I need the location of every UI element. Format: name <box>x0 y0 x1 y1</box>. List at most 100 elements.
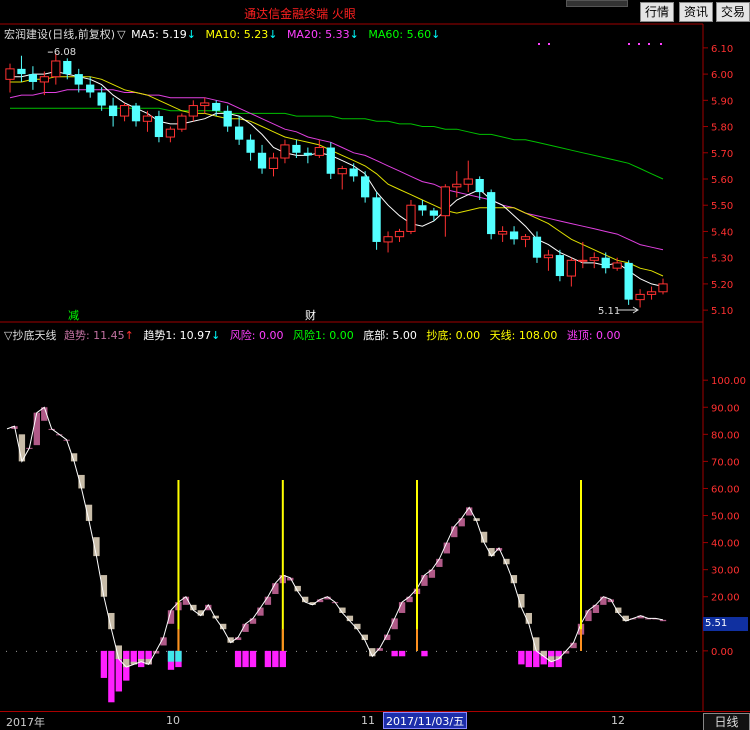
candle-body-down <box>361 176 370 198</box>
trend-bar <box>249 618 257 624</box>
risk-bar <box>234 650 242 668</box>
indicator-marker-name[interactable]: ▽抄底天线 <box>4 329 56 342</box>
indicator-bars <box>11 407 667 703</box>
period-button[interactable]: 日线 <box>703 713 750 730</box>
candle-body-down <box>475 179 484 193</box>
main-y-tick-label: 5.80 <box>711 123 733 134</box>
risk-bar <box>242 650 249 668</box>
candle-body-down <box>303 152 312 156</box>
main-y-tick-label: 5.40 <box>711 227 733 238</box>
trend-bar <box>406 596 413 603</box>
ma5-line <box>10 70 664 287</box>
zero-dotted-line <box>666 650 667 652</box>
indicator-legend: ▽抄底天线 趋势: 11.45↑ 趋势1: 10.97↓ 风险: 0.00 风险… <box>4 327 627 343</box>
main-y-tick-label: 5.60 <box>711 175 733 186</box>
indicator-y-tick-label: 30.00 <box>711 566 740 577</box>
zero-dotted-line <box>506 650 507 652</box>
main-y-tick-label: 5.50 <box>711 201 733 212</box>
main-y-tick-label: 5.20 <box>711 280 733 291</box>
trend-bar <box>540 650 547 657</box>
candle-body-down <box>292 144 301 153</box>
candle-body-down <box>212 102 221 111</box>
zero-dotted-line <box>66 650 67 652</box>
zero-dotted-line <box>606 650 607 652</box>
zero-dotted-line <box>16 650 17 652</box>
indicator-y-tick-label: 60.00 <box>711 484 740 495</box>
chart-canvas[interactable]: 6.10 6.00 5.90 5.80 5.70 5.60 5.50 5.40 5.30 5.20… <box>0 0 750 711</box>
indicator-y-tick-label: 50.00 <box>711 512 740 523</box>
main-y-tick-label: 6.10 <box>711 44 733 55</box>
main-y-tick-label: 5.30 <box>711 254 733 265</box>
candle-body-up <box>578 259 588 262</box>
candle-body-up <box>200 102 210 107</box>
zero-dotted-line <box>616 650 617 652</box>
zero-dotted-line <box>296 650 297 652</box>
stock-name[interactable]: 宏润建设(日线,前复权) <box>4 28 115 41</box>
candle-body-down <box>509 231 519 240</box>
indicator-y-tick-label: 100.00 <box>711 376 746 387</box>
ma60-line <box>10 107 664 180</box>
candle-body-down <box>418 205 427 211</box>
zero-dotted-line <box>496 650 497 652</box>
candle-body-up <box>463 178 473 185</box>
timeline-year: 2017年 <box>6 716 45 729</box>
timeline-oct: 10 <box>166 714 180 727</box>
candle-body-down <box>532 236 542 258</box>
legend-marker[interactable]: ▽ <box>117 28 125 41</box>
zero-dotted-line <box>46 650 47 652</box>
trend-line <box>6 406 664 668</box>
candle-body-up <box>452 183 462 188</box>
candle-body-down <box>108 105 118 117</box>
timeline-nov: 11 <box>361 714 375 727</box>
risk-bar <box>264 650 272 668</box>
zero-dotted-line <box>386 650 387 652</box>
risk-bar <box>533 650 540 668</box>
ma10-label: MA10: 5.23↓ <box>205 28 278 41</box>
zero-dotted-line <box>76 650 77 652</box>
moving-average-lines <box>9 70 664 287</box>
indicator-y-tick-label: 80.00 <box>711 430 740 441</box>
time-axis[interactable]: 2017年 10 11 2017/11/03/五 12 日线 <box>0 711 750 730</box>
main-y-tick-label: 6.00 <box>711 70 733 81</box>
candle-body-down <box>234 126 244 140</box>
candle-body-down <box>131 105 141 122</box>
risk-bar <box>249 650 257 668</box>
candle-body-up <box>646 291 657 295</box>
current-value-tag: 5.51 <box>703 617 748 631</box>
buy-bottom-label: 抄底: 0.00 <box>426 329 481 342</box>
candle-body-down <box>28 74 38 82</box>
candle-body-up <box>658 283 668 293</box>
zero-dotted-line <box>456 650 457 652</box>
zero-dotted-line <box>336 650 337 652</box>
candle-body-up <box>165 128 176 138</box>
risk-bar <box>391 650 398 657</box>
main-axis: 6.10 6.00 5.90 5.80 5.70 5.60 5.50 5.40 5.30 5.20… <box>703 44 733 317</box>
candle-body-up <box>314 147 324 156</box>
zero-dotted-line <box>676 650 677 652</box>
zero-dotted-line <box>636 650 637 652</box>
candle-body-down <box>555 255 565 277</box>
indicator-y-tick-label: 70.00 <box>711 457 740 468</box>
risk-bar <box>279 650 286 668</box>
candle-body-up <box>394 230 405 238</box>
candle-body-up <box>612 262 622 269</box>
candle-body-down <box>74 74 83 85</box>
ma20-label: MA20: 5.33↓ <box>286 28 359 41</box>
zero-dotted-line <box>586 650 587 652</box>
trend-bar <box>458 518 465 527</box>
antenna-lines <box>177 480 582 651</box>
trend-bar <box>272 583 279 595</box>
ma20-line <box>9 89 664 251</box>
candle-body-up <box>177 115 187 130</box>
ma10-line <box>10 76 664 277</box>
zero-dotted-line <box>476 650 477 652</box>
candle-body-up <box>337 168 347 175</box>
zero-dotted-line <box>86 650 87 652</box>
candle-body-down <box>154 116 164 138</box>
zero-dotted-line <box>216 650 217 652</box>
escape-top-label: 逃顶: 0.00 <box>566 329 621 342</box>
risk1-label: 风险1: 0.00 <box>293 329 354 342</box>
trend-bar <box>33 412 40 446</box>
zero-dotted-line <box>466 650 467 652</box>
zero-dotted-line <box>596 650 597 652</box>
